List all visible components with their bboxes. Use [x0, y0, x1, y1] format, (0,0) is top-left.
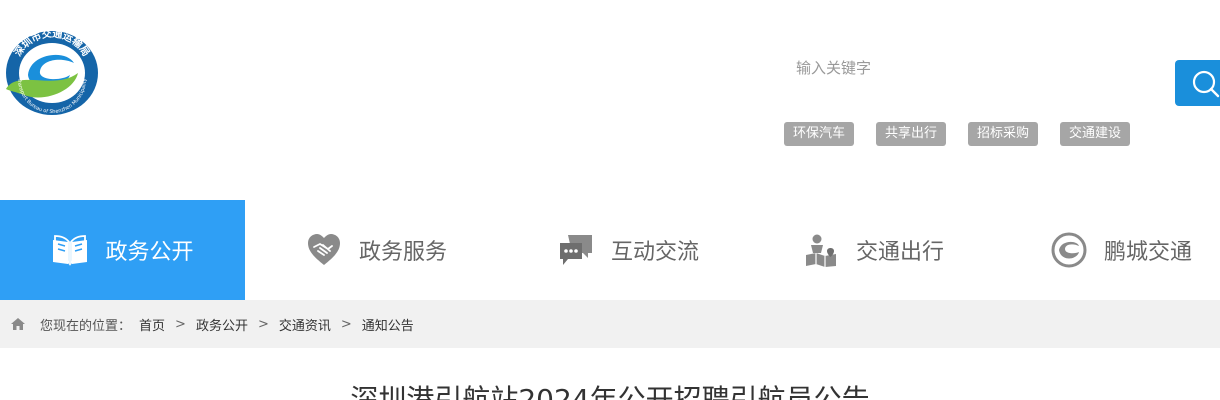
nav-label: 互动交流	[611, 240, 700, 265]
nav-label: 交通出行	[856, 240, 945, 265]
search-icon	[1192, 70, 1220, 98]
tag-transport-construction[interactable]: 交通建设	[1060, 122, 1131, 146]
nav-item-gov-affairs-open[interactable]: 政务公开	[0, 200, 245, 300]
nav-label: 政务服务	[359, 240, 448, 265]
tag-shared-mobility[interactable]: 共享出行	[876, 122, 947, 146]
breadcrumb-separator: >	[340, 316, 352, 332]
open-book-icon	[51, 231, 89, 269]
breadcrumb-separator: >	[257, 316, 269, 332]
home-icon	[10, 317, 26, 331]
search-button[interactable]	[1175, 60, 1220, 106]
breadcrumb: 您现在的位置： 首页 > 政务公开 > 交通资讯 > 通知公告	[0, 300, 1220, 348]
breadcrumb-transport-news[interactable]: 交通资讯	[279, 315, 331, 334]
breadcrumb-gov-affairs-open[interactable]: 政务公开	[196, 315, 248, 334]
nav-label: 政务公开	[105, 240, 194, 265]
main-nav: 政务公开 政务服务 互动交流 交通出行 鹏城交通	[0, 200, 1220, 306]
bureau-logo-icon	[1050, 231, 1088, 269]
map-person-icon	[802, 231, 840, 269]
nav-item-pengcheng-transport[interactable]: 鹏城交通	[1050, 200, 1192, 300]
bureau-logo[interactable]: 深圳市交通运输局 Transport Bureau of Shenzhen Mu…	[4, 27, 100, 117]
breadcrumb-separator: >	[175, 316, 186, 332]
search-input[interactable]	[786, 52, 1166, 84]
nav-label: 鹏城交通	[1104, 240, 1193, 265]
breadcrumb-prefix: 您现在的位置：	[40, 318, 132, 334]
nav-item-gov-services[interactable]: 政务服务	[305, 200, 447, 300]
bureau-logo-icon: 深圳市交通运输局 Transport Bureau of Shenzhen Mu…	[6, 27, 98, 115]
chat-bubbles-icon	[557, 231, 595, 269]
article-title: 深圳港引航站2024年公开招聘引航员公告	[350, 383, 870, 400]
nav-item-interaction[interactable]: 互动交流	[557, 200, 699, 300]
tag-eco-cars[interactable]: 环保汽车	[784, 122, 855, 146]
nav-item-travel[interactable]: 交通出行	[802, 200, 944, 300]
tag-procurement[interactable]: 招标采购	[968, 122, 1039, 146]
handshake-heart-icon	[305, 231, 343, 269]
breadcrumb-notices[interactable]: 通知公告	[362, 315, 414, 334]
breadcrumb-home[interactable]: 首页	[139, 315, 165, 334]
